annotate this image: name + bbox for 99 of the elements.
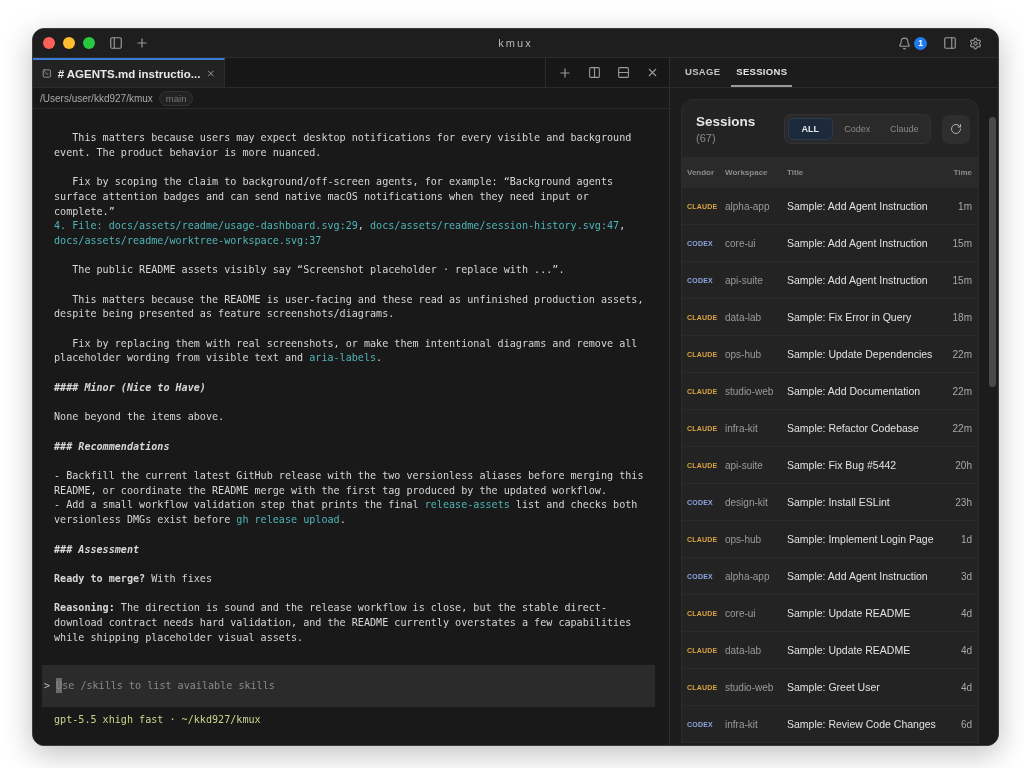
title-cell-text: Sample: Add Agent Instruction	[787, 237, 929, 249]
title-cell-text: Sample: Update README	[787, 607, 912, 619]
time-cell-text: 22m	[951, 348, 972, 360]
refresh-icon[interactable]	[949, 123, 962, 135]
paragraph-text: - Backfill the current latest GitHub release with the two versionless aliases before merging this README, or coordinate the README merge with the first tag produced by the updated workflow.	[54, 469, 645, 498]
column-header: Time	[952, 167, 972, 177]
time-cell-text: 1m	[957, 200, 972, 212]
title-cell-text: Sample: Add Agent Instruction	[787, 274, 929, 286]
paragraph-text: Fix by scoping the claim to background/off-screen agents, for example: “Background agents surface attention badges and can send native macOS notifications when they need input or complete.”	[54, 175, 615, 219]
workspace-cell-text: api-suite	[725, 274, 764, 286]
settings-icon[interactable]	[969, 36, 982, 50]
paragraph-text: Fix by replacing them with real screenshots, or make them intentional diagrams and remove all placeholder wording from visible text and aria-labels.	[54, 336, 639, 366]
title-cell-text: Sample: Fix Error in Query	[787, 311, 913, 323]
paragraph-text: This matters because users may expect desktop notifications for every visible and background event. The product behavior is more nuanced.	[54, 131, 633, 160]
paragraph-text: The public README assets visibly say “Screenshot placeholder · replace with ...”.	[71, 263, 566, 278]
workspace-cell-text: core-ui	[725, 607, 757, 619]
inline-code: aria-labels	[309, 352, 377, 364]
workspace-cell-text: infra-kit	[725, 422, 759, 434]
title-cell-text: Sample: Fix Bug #5442	[787, 459, 898, 471]
workspace-cell-text: studio-web	[725, 385, 775, 397]
title-cell-text: Sample: Add Documentation	[787, 385, 922, 397]
time-cell-text: 20h	[954, 459, 972, 471]
sessions-title: Sessions	[696, 114, 757, 129]
panel-tab[interactable]: SESSIONS	[731, 58, 793, 87]
heading-text: ### Assessment	[54, 542, 141, 557]
file-link[interactable]: docs/assets/readme/usage-dashboard.svg:29	[108, 220, 358, 232]
branch-tag: main	[158, 90, 194, 106]
paragraph-text: Ready to merge? With fixes	[54, 571, 213, 586]
time-cell-text: 1d	[959, 533, 972, 545]
workspace-cell-text: studio-web	[725, 681, 775, 693]
filter-option[interactable]: Claude	[881, 118, 927, 140]
paragraph-text: Reasoning: The direction is sound and the release workflow is close, but the stable direct-download contract needs hard validation, and the README currently overstates a few capabilities while shipping placeholder visual assets.	[54, 601, 633, 645]
title-cell-text: Sample: Refactor Codebase	[787, 422, 920, 434]
paragraph-text: This matters because the README is user-facing and these read as unfinished production assets, despite being presented as feature screenshots/diagrams.	[54, 292, 645, 322]
time-cell-text: 4d	[959, 681, 972, 693]
inline-code: gh release upload	[236, 514, 340, 526]
workspace-cell-text: alpha-app	[725, 570, 771, 582]
sessions-count: (67)	[696, 132, 717, 144]
column-header: Vendor	[687, 167, 716, 177]
terminal-icon	[42, 67, 52, 80]
paragraph-text: None beyond the items above.	[54, 410, 226, 425]
inline-code: release-assets	[424, 499, 510, 511]
title-cell-text: Sample: Greet User	[787, 681, 881, 693]
time-cell-text: 15m	[951, 274, 972, 286]
workspace-cell-text: data-lab	[725, 311, 763, 323]
status-text: gpt-5.5 xhigh fast · ~/kkd927/kmux	[53, 713, 262, 728]
workspace-cell-text: ops-hub	[725, 348, 763, 360]
workspace-cell-text: ops-hub	[725, 533, 763, 545]
notification-badge: 1	[914, 36, 927, 50]
time-cell-text: 4d	[959, 644, 972, 656]
filter-option[interactable]: ALL	[787, 118, 833, 140]
filter-option[interactable]: Codex	[834, 118, 880, 140]
panel-tab[interactable]: USAGE	[680, 58, 726, 87]
paragraph-text: - Add a small workflow validation step that prints the final release-assets list and checks both versionless DMGs exist before gh release upload.	[54, 498, 639, 528]
title-cell-text: Sample: Update Dependencies	[787, 348, 934, 360]
heading-text: ### Recommendations	[54, 439, 171, 454]
close-icon[interactable]	[206, 67, 216, 80]
file-link[interactable]: docs/assets/readme/worktree-workspace.svg:37	[54, 234, 322, 246]
title-cell-text: Sample: Add Agent Instruction	[787, 570, 929, 582]
workspace-cell-text: core-ui	[725, 237, 757, 249]
workspace-cell-text: data-lab	[725, 644, 763, 656]
time-cell-text: 22m	[951, 385, 972, 397]
file-link[interactable]: docs/assets/readme/session-history.svg:47	[370, 220, 620, 232]
title-cell-text: Sample: Implement Login Page	[787, 533, 935, 545]
minimize-window-button[interactable]	[63, 37, 75, 49]
workspace-cell-text: api-suite	[725, 459, 764, 471]
split-horizontal-icon[interactable]	[617, 66, 630, 79]
title-cell-text: Sample: Install ESLint	[787, 496, 891, 508]
time-cell-text: 3d	[959, 570, 972, 582]
path-text: /Users/user/kkd927/kmux	[40, 92, 153, 104]
column-header: Title	[787, 167, 805, 177]
workspace-cell-text: alpha-app	[725, 200, 771, 212]
workspace-cell-text: design-kit	[725, 496, 769, 508]
close-window-button[interactable]	[43, 37, 55, 49]
sidebar-toggle-icon[interactable]	[109, 36, 123, 50]
time-cell-text: 18m	[951, 311, 972, 323]
heading-text: #### Minor (Nice to Have)	[54, 380, 207, 395]
refresh-button[interactable]	[941, 114, 970, 144]
title-cell-text: Sample: Review Code Changes	[787, 718, 937, 730]
add-icon[interactable]	[558, 65, 572, 80]
time-cell-text: 6d	[959, 718, 972, 730]
close-icon[interactable]	[646, 66, 659, 79]
terminal-tab[interactable]: # AGENTS.md instructio...	[33, 58, 225, 87]
time-cell-text: 15m	[951, 237, 972, 249]
title-cell-text: Sample: Add Agent Instruction	[787, 200, 929, 212]
title-cell-text: Sample: Update README	[787, 644, 912, 656]
panel-toggle-icon[interactable]	[943, 36, 957, 50]
workspace-cell-text: infra-kit	[725, 718, 759, 730]
paragraph-text: 4. File: docs/assets/readme/usage-dashboard.svg:29, docs/assets/readme/session-history.svg:47, docs/assets/readme/worktree-workspace.svg:37	[54, 219, 627, 248]
column-header: Workspace	[725, 167, 769, 177]
time-cell-text: 23h	[954, 496, 972, 508]
add-icon[interactable]	[135, 36, 149, 50]
split-vertical-icon[interactable]	[588, 66, 601, 79]
scrollbar[interactable]	[989, 117, 996, 387]
time-cell-text: 22m	[951, 422, 972, 434]
zoom-window-button[interactable]	[83, 37, 95, 49]
window-title: kmux	[498, 37, 533, 49]
bell-icon[interactable]	[898, 36, 911, 50]
time-cell-text: 4d	[959, 607, 972, 619]
